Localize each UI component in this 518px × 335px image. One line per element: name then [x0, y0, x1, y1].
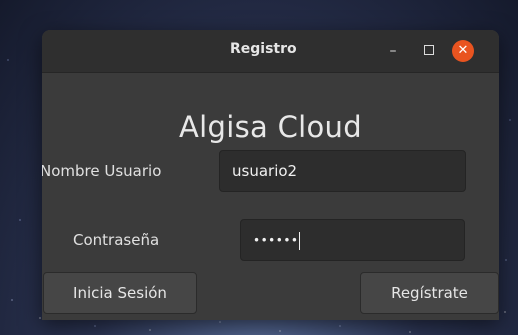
password-field[interactable]: •••••• [240, 219, 465, 261]
maximize-icon [424, 45, 434, 55]
app-heading: Algisa Cloud [179, 110, 362, 144]
text-caret [299, 231, 301, 250]
registro-window: Registro – ✕ Algisa Cloud Nombre Usuario… [42, 30, 499, 320]
window-title: Registro [230, 41, 297, 57]
login-button[interactable]: Inicia Sesión [43, 272, 197, 314]
maximize-button[interactable] [418, 40, 440, 62]
title-bar[interactable]: Registro – ✕ [42, 30, 499, 73]
password-value: •••••• [253, 233, 299, 248]
username-label: Nombre Usuario [42, 162, 162, 180]
register-button[interactable]: Regístrate [360, 272, 499, 314]
username-field[interactable]: usuario2 [219, 150, 466, 192]
username-value: usuario2 [232, 162, 298, 180]
minimize-button[interactable]: – [382, 40, 404, 62]
close-button[interactable]: ✕ [452, 40, 474, 62]
password-label: Contraseña [73, 231, 160, 249]
